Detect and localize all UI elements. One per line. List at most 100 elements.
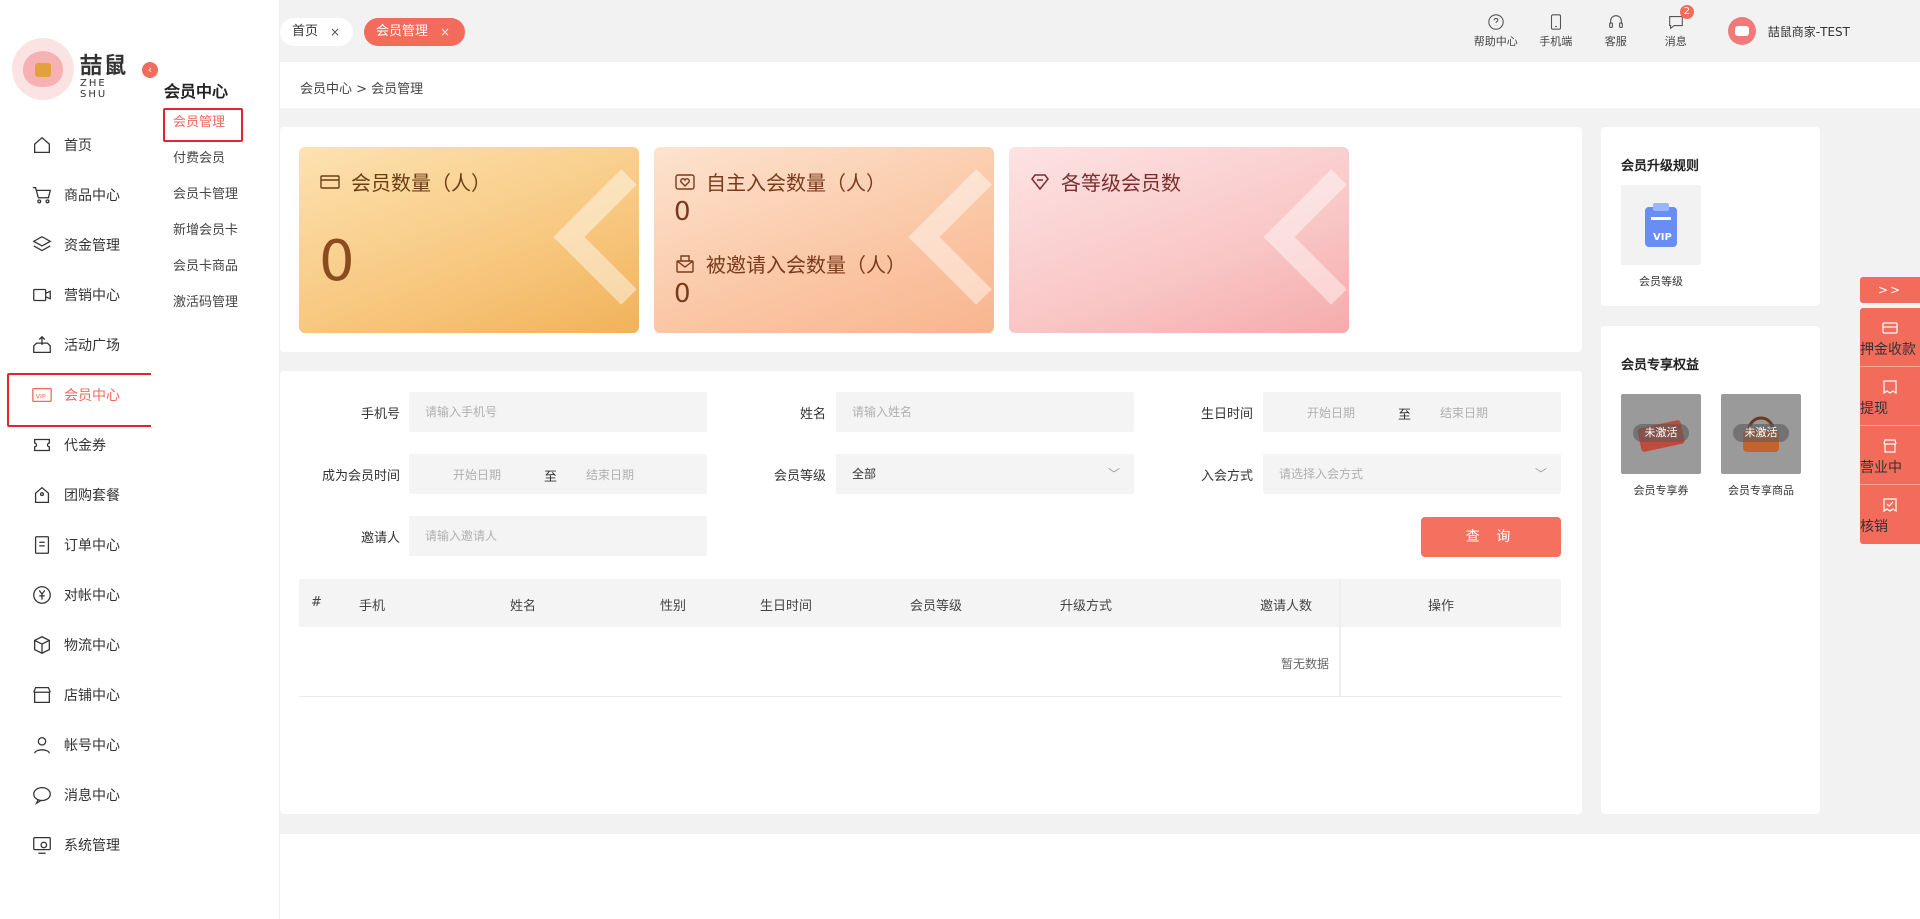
nav-item-group-buy[interactable]: 团购套餐 bbox=[0, 470, 151, 520]
column-header: 会员等级 bbox=[910, 599, 963, 614]
withdraw-icon bbox=[1882, 379, 1898, 395]
birthday-label: 生日时间 bbox=[1200, 407, 1253, 422]
nav-label: 商品中心 bbox=[64, 188, 120, 204]
subnav-item-activation-codes[interactable]: 激活码管理 bbox=[163, 288, 273, 324]
deposit-collection-button[interactable]: 押金收款 bbox=[1860, 308, 1920, 367]
withdraw-button[interactable]: 提现 bbox=[1860, 367, 1920, 426]
nav-item-products[interactable]: 商品中心 bbox=[0, 170, 151, 220]
header-tools: 帮助中心 手机端 客服 2 消息 喆鼠商家-TEST bbox=[1466, 0, 1920, 62]
level-value: 全部 bbox=[852, 467, 877, 481]
verify-button[interactable]: 核销 bbox=[1860, 485, 1920, 544]
user-icon bbox=[30, 733, 54, 757]
join-method-placeholder: 请选择入会方式 bbox=[1279, 467, 1364, 481]
card-title: 会员数量（人） bbox=[319, 167, 491, 196]
nav-item-account[interactable]: 帐号中心 bbox=[0, 720, 151, 770]
box-icon bbox=[30, 633, 54, 657]
name-input[interactable]: 请输入姓名 bbox=[836, 392, 1134, 432]
nav-item-messages[interactable]: 消息中心 bbox=[0, 770, 151, 820]
nav-item-reconciliation[interactable]: 对帐中心 bbox=[0, 570, 151, 620]
breadcrumb: 会员中心 > 会员管理 bbox=[300, 82, 424, 97]
inviter-input[interactable]: 请输入邀请人 bbox=[409, 516, 707, 556]
message-badge: 2 bbox=[1679, 5, 1694, 19]
brand-logo[interactable]: 喆鼠 ZHE SHU bbox=[12, 38, 132, 102]
phone-input[interactable]: 请输入手机号 bbox=[409, 392, 707, 432]
mobile-button[interactable]: 手机端 bbox=[1526, 13, 1586, 49]
help-center-button[interactable]: 帮助中心 bbox=[1466, 13, 1526, 49]
close-icon[interactable]: × bbox=[330, 18, 340, 46]
nav-label: 订单中心 bbox=[64, 538, 120, 554]
subnav-title: 会员中心 bbox=[164, 82, 229, 101]
join-method-label: 入会方式 bbox=[1200, 469, 1253, 484]
column-header: 升级方式 bbox=[1060, 599, 1113, 614]
exclusive-product-tile[interactable]: 未激活 bbox=[1721, 394, 1801, 474]
exclusive-coupon-tile[interactable]: 未激活 bbox=[1621, 394, 1701, 474]
collapse-sidebar-button[interactable]: ‹ bbox=[142, 62, 158, 78]
subnav-item-paid-members[interactable]: 付费会员 bbox=[163, 144, 273, 180]
column-header: 操作 bbox=[1428, 599, 1455, 614]
upload-box-icon bbox=[30, 333, 54, 357]
vip-icon: VIP bbox=[30, 383, 54, 407]
subnav-item-new-card[interactable]: 新增会员卡 bbox=[163, 216, 273, 252]
start-date[interactable]: 开始日期 bbox=[1307, 404, 1355, 421]
column-header: # bbox=[311, 595, 322, 610]
wallet-icon bbox=[1882, 320, 1898, 336]
nav-item-system[interactable]: 系统管理 bbox=[0, 820, 151, 870]
range-separator: 至 bbox=[1398, 408, 1412, 423]
inactive-badge: 未激活 bbox=[1733, 424, 1789, 442]
join-method-select[interactable]: 请选择入会方式 ﹀ bbox=[1263, 454, 1561, 494]
member-level-tile[interactable]: VIP bbox=[1621, 185, 1701, 265]
exclusive-coupon-label: 会员专享券 bbox=[1633, 484, 1689, 497]
benefits-title: 会员专享权益 bbox=[1621, 358, 1700, 373]
layers-icon bbox=[30, 233, 54, 257]
subnav-item-card-products[interactable]: 会员卡商品 bbox=[163, 252, 273, 288]
messages-button[interactable]: 2 消息 bbox=[1646, 5, 1706, 49]
birthday-range-picker[interactable]: 开始日期 至 结束日期 bbox=[1263, 392, 1561, 432]
float-toggle-button[interactable]: >> bbox=[1860, 277, 1920, 303]
tab-member-management[interactable]: 会员管理 × bbox=[364, 18, 465, 46]
nav-item-marketing[interactable]: 营销中心 bbox=[0, 270, 151, 320]
column-header: 邀请人数 bbox=[1260, 599, 1313, 614]
tab-home[interactable]: 首页 × bbox=[280, 18, 353, 46]
query-button[interactable]: 查 询 bbox=[1421, 517, 1561, 557]
nav-item-orders[interactable]: 订单中心 bbox=[0, 520, 151, 570]
tool-label: 客服 bbox=[1604, 35, 1627, 48]
upgrade-rules-title: 会员升级规则 bbox=[1621, 159, 1700, 174]
card-subtitle-text: 被邀请入会数量（人） bbox=[706, 253, 906, 277]
nav-item-coupons[interactable]: 代金券 bbox=[0, 420, 151, 470]
nav-item-funds[interactable]: 资金管理 bbox=[0, 220, 151, 270]
nav-label: 店铺中心 bbox=[64, 688, 120, 704]
nav-item-members[interactable]: VIP 会员中心 bbox=[0, 370, 153, 427]
card-title-text: 会员数量（人） bbox=[351, 171, 491, 195]
phone-label: 手机号 bbox=[360, 407, 400, 422]
nav-item-home[interactable]: 首页 bbox=[0, 120, 151, 170]
start-date[interactable]: 开始日期 bbox=[453, 466, 501, 483]
bag-icon bbox=[30, 483, 54, 507]
nav-item-activities[interactable]: 活动广场 bbox=[0, 320, 151, 370]
customer-service-button[interactable]: 客服 bbox=[1586, 13, 1646, 49]
nav-label: 物流中心 bbox=[64, 638, 120, 654]
end-date[interactable]: 结束日期 bbox=[586, 466, 634, 483]
nav-item-logistics[interactable]: 物流中心 bbox=[0, 620, 151, 670]
user-menu[interactable]: 喆鼠商家-TEST bbox=[1727, 17, 1850, 45]
invited-join-value: 0 bbox=[674, 279, 691, 309]
close-icon[interactable]: × bbox=[440, 18, 450, 46]
nav-item-store[interactable]: 店铺中心 bbox=[0, 670, 151, 720]
subnav-item-card-management[interactable]: 会员卡管理 bbox=[163, 180, 273, 216]
card-decoration bbox=[874, 167, 994, 307]
cart-icon bbox=[30, 183, 54, 207]
phone-icon bbox=[1547, 13, 1565, 31]
end-date[interactable]: 结束日期 bbox=[1440, 404, 1488, 421]
level-select[interactable]: 全部 ﹀ bbox=[836, 454, 1134, 494]
nav-label: 帐号中心 bbox=[64, 738, 120, 754]
self-join-value: 0 bbox=[674, 197, 691, 227]
column-header: 性别 bbox=[660, 599, 687, 614]
business-status-button[interactable]: 营业中 bbox=[1860, 426, 1920, 485]
table-body: 暂无数据 bbox=[299, 627, 1561, 697]
subnav-item-member-management[interactable]: 会员管理 bbox=[163, 108, 273, 144]
join-count-card: 自主入会数量（人） 0 被邀请入会数量（人） 0 bbox=[654, 147, 994, 333]
svg-text:VIP: VIP bbox=[36, 393, 46, 401]
join-time-range-picker[interactable]: 开始日期 至 结束日期 bbox=[409, 454, 707, 494]
logo-mascot-icon bbox=[12, 38, 74, 100]
card-title: 各等级会员数 bbox=[1029, 167, 1181, 196]
column-header: 手机 bbox=[359, 599, 386, 614]
